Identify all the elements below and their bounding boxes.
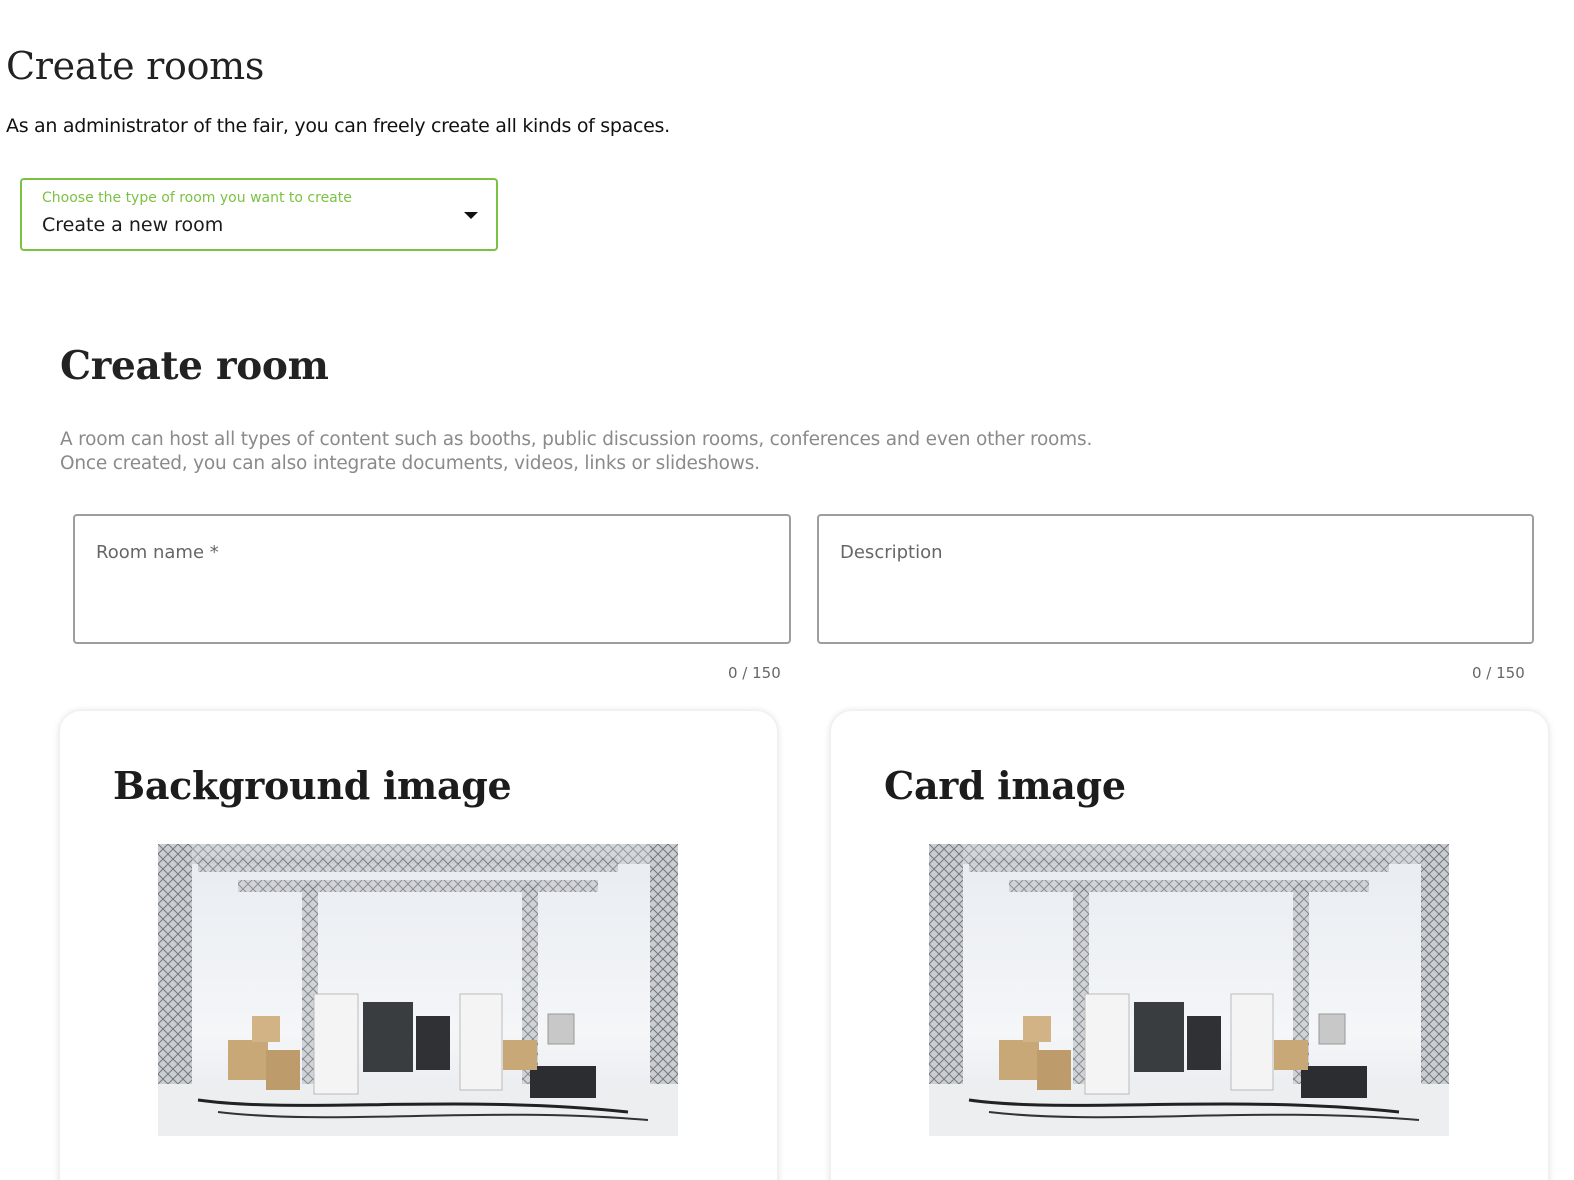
description-char-counter: 0 / 150 [1472, 664, 1525, 682]
background-image-title: Background image [113, 763, 512, 808]
room-type-select-label: Choose the type of room you want to crea… [42, 190, 352, 206]
background-image-card: Background image [59, 710, 778, 1180]
stage-image [158, 844, 678, 1136]
background-image-preview[interactable] [158, 844, 678, 1136]
create-room-description-line: Once created, you can also integrate doc… [60, 453, 760, 474]
stage-image [929, 844, 1449, 1136]
room-name-char-counter: 0 / 150 [728, 664, 781, 682]
room-type-select[interactable]: Choose the type of room you want to crea… [20, 178, 498, 251]
create-room-title: Create room [60, 343, 329, 389]
card-image-preview[interactable] [929, 844, 1449, 1136]
dropdown-arrow-icon[interactable] [464, 212, 478, 219]
page-title: Create rooms [6, 44, 265, 88]
room-type-select-value: Create a new room [42, 214, 224, 236]
create-room-description-line: A room can host all types of content suc… [60, 429, 1093, 450]
description-label: Description [840, 542, 943, 563]
description-input[interactable]: Description [817, 514, 1534, 644]
create-room-description: A room can host all types of content suc… [60, 428, 1160, 476]
card-image-card: Card image [830, 710, 1549, 1180]
room-name-input[interactable]: Room name * [73, 514, 791, 644]
card-image-title: Card image [884, 763, 1126, 808]
room-name-label: Room name * [96, 542, 219, 563]
page-subtitle: As an administrator of the fair, you can… [6, 115, 670, 137]
